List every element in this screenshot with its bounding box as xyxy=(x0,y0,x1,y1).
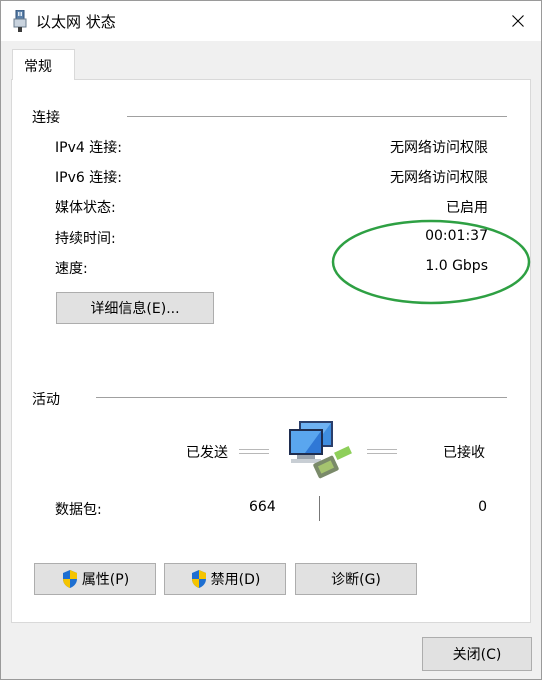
disable-button-label: 禁用(D) xyxy=(210,572,261,588)
ethernet-adapter-icon xyxy=(13,10,27,32)
title-bar: 以太网 状态 xyxy=(1,1,541,41)
packets-sent-value: 664 xyxy=(249,499,276,515)
tab-general[interactable]: 常规 xyxy=(12,49,75,80)
window-title: 以太网 状态 xyxy=(36,13,116,31)
properties-button-label: 属性(P) xyxy=(81,572,130,588)
tab-panel-general xyxy=(11,79,531,623)
uac-shield-icon xyxy=(62,570,77,588)
tab-general-label: 常规 xyxy=(24,59,52,75)
media-state-label: 媒体状态: xyxy=(55,200,116,216)
close-icon xyxy=(512,15,524,27)
uac-shield-icon xyxy=(191,570,206,588)
ipv6-label: IPv6 连接: xyxy=(55,170,122,186)
ipv4-label: IPv4 连接: xyxy=(55,140,122,156)
connection-divider xyxy=(127,116,507,117)
speed-label: 速度: xyxy=(55,261,88,277)
disable-button[interactable]: 禁用(D) xyxy=(164,563,286,595)
ethernet-status-dialog: 以太网 状态 常规 连接 IPv4 连接: 无网络访问权限 IPv6 连接: 无… xyxy=(0,0,542,680)
properties-button[interactable]: 属性(P) xyxy=(34,563,156,595)
speed-value: 1.0 Gbps xyxy=(425,258,488,274)
close-button[interactable]: 关闭(C) xyxy=(422,637,532,671)
details-button[interactable]: 详细信息(E)... xyxy=(56,292,214,324)
received-line xyxy=(367,449,397,454)
network-computers-icon xyxy=(289,421,352,479)
received-label: 已接收 xyxy=(443,445,485,461)
duration-label: 持续时间: xyxy=(55,231,116,247)
close-window-button[interactable] xyxy=(495,1,541,41)
activity-divider xyxy=(96,397,507,398)
ipv6-value: 无网络访问权限 xyxy=(390,170,488,186)
duration-value: 00:01:37 xyxy=(425,228,488,244)
sent-label: 已发送 xyxy=(186,445,228,461)
packets-label: 数据包: xyxy=(55,502,102,518)
connection-section-title: 连接 xyxy=(32,110,60,126)
sent-line xyxy=(239,449,269,454)
ipv4-value: 无网络访问权限 xyxy=(390,140,488,156)
media-state-value: 已启用 xyxy=(446,200,488,216)
diagnose-button[interactable]: 诊断(G) xyxy=(295,563,417,595)
packets-received-value: 0 xyxy=(478,499,487,515)
packets-separator xyxy=(319,496,320,521)
activity-section-title: 活动 xyxy=(32,392,60,408)
